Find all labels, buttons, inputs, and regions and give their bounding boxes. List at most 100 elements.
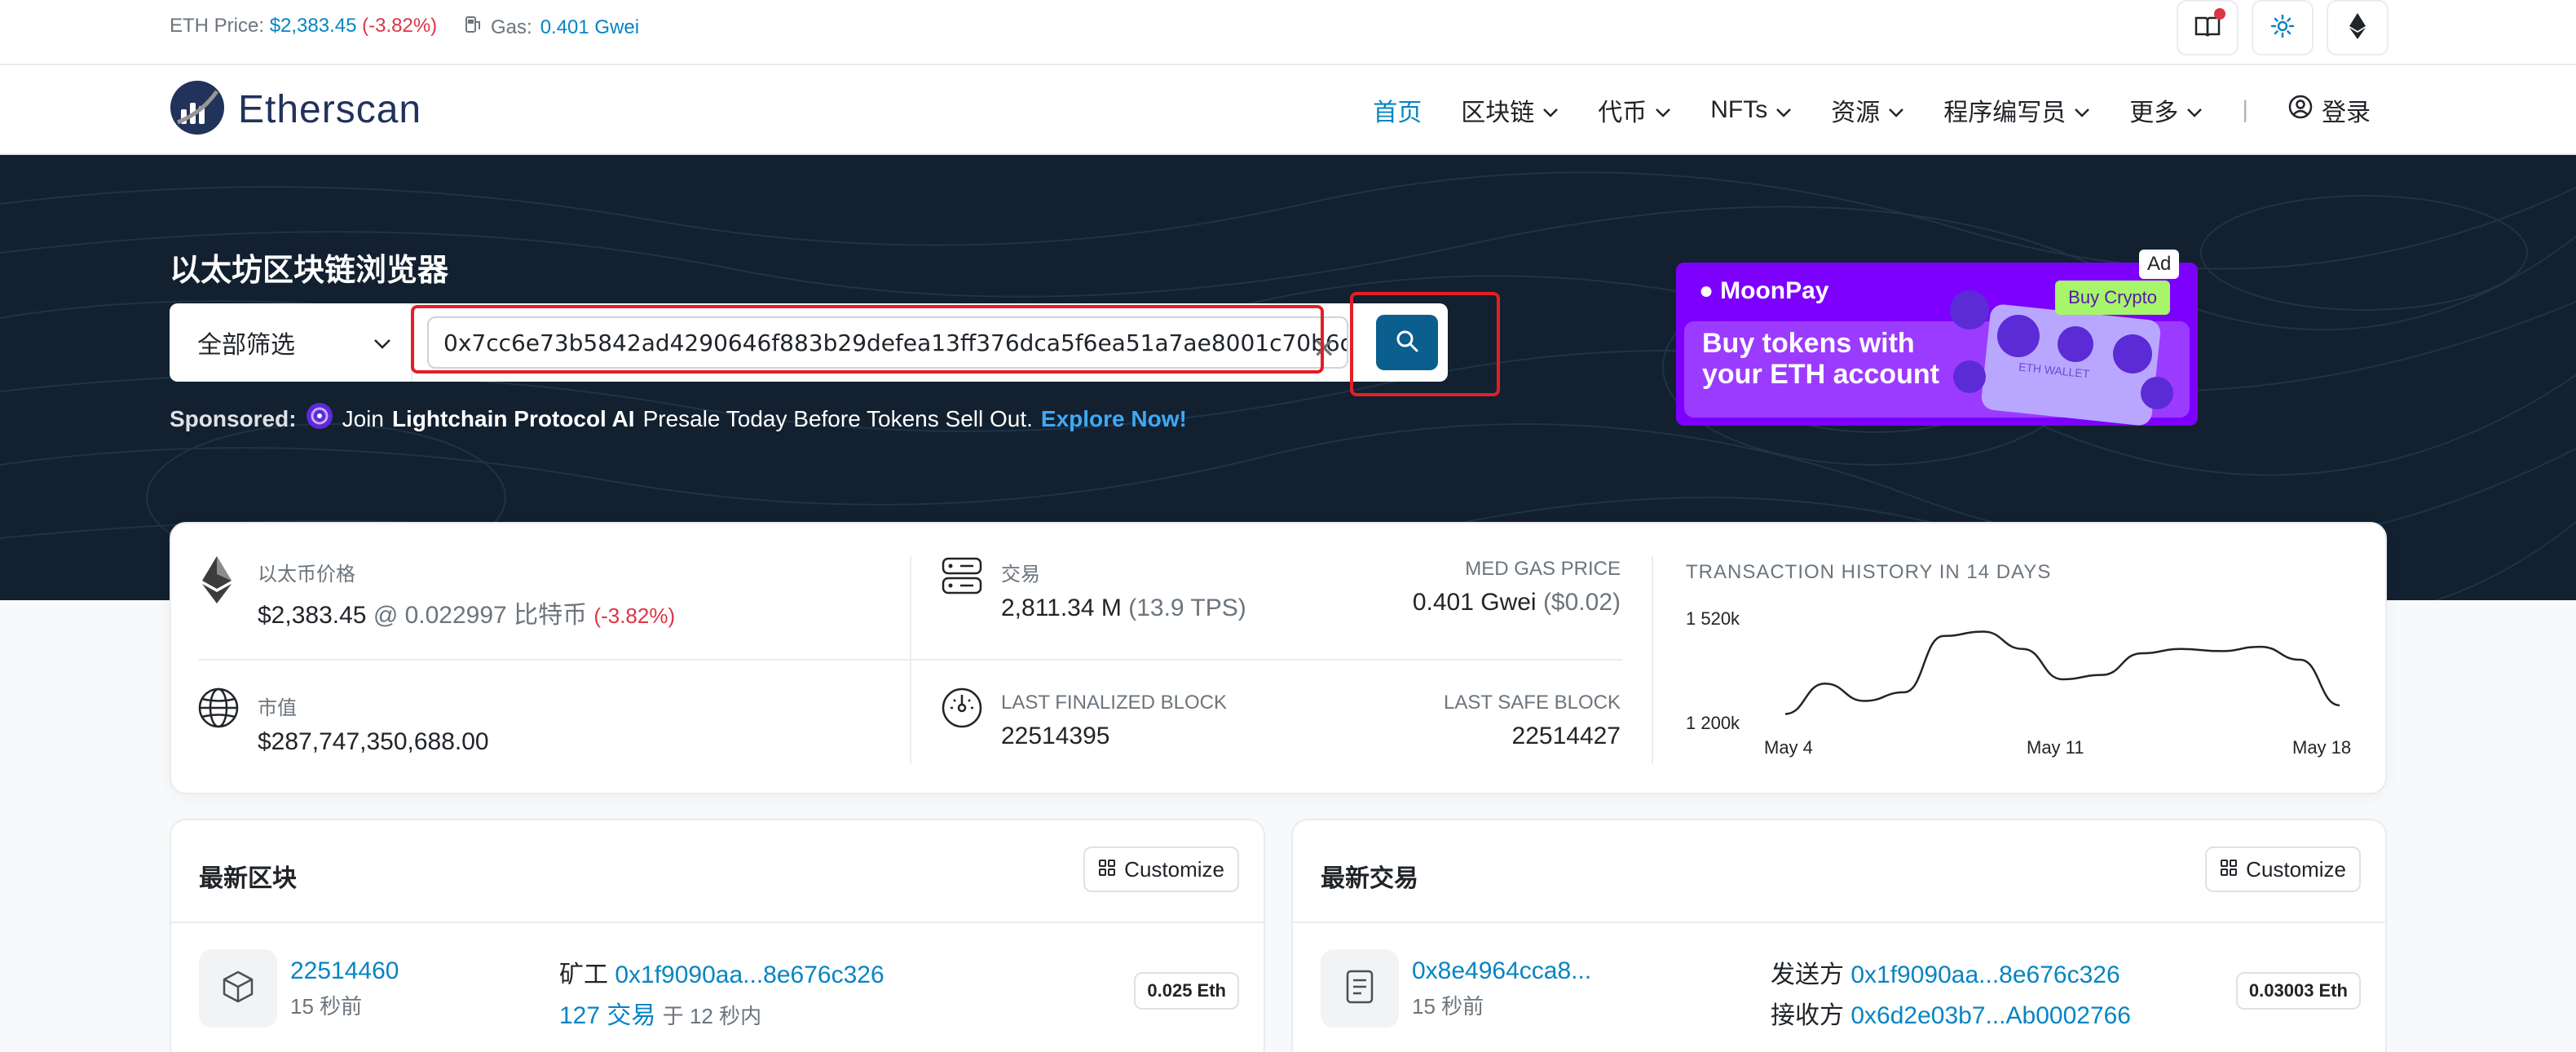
eth-price-value[interactable]: $2,383.45 <box>270 15 357 37</box>
eth-price-stat: 以太币价格 $2,383.45 @ 0.022997 比特币 (-3.82%) <box>258 558 675 630</box>
chart-point[interactable] <box>1977 625 1990 639</box>
chart-point[interactable] <box>1819 677 1832 690</box>
ad-cta-button[interactable]: Buy Crypto <box>2055 281 2170 315</box>
transactions-label: 交易 <box>1001 564 1040 586</box>
gas-price-stat: MED GAS PRICE 0.401 Gwei ($0.02) <box>1413 558 1621 617</box>
user-circle-icon <box>2287 94 2314 126</box>
chart-point[interactable] <box>2135 647 2148 660</box>
nav-home[interactable]: 首页 <box>1373 92 1422 128</box>
from-address-link[interactable]: 0x1f9090aa...8e676c326 <box>1850 961 2119 988</box>
chart-point[interactable] <box>1937 630 1950 643</box>
safe-block-value[interactable]: 22514427 <box>1444 723 1621 750</box>
to-label: 接收方 <box>1771 1002 1844 1029</box>
customize-button[interactable]: Customize <box>1083 846 1239 892</box>
nav-blockchain[interactable]: 区块链 <box>1461 92 1559 128</box>
eth-price-stat-label: 以太币价格 <box>258 564 355 586</box>
cube-icon <box>220 969 256 1009</box>
safe-block-stat: LAST SAFE BLOCK 22514427 <box>1444 692 1621 750</box>
gauge-icon <box>941 687 983 733</box>
theme-toggle-button[interactable] <box>2252 0 2314 55</box>
etherscan-logo[interactable]: Etherscan <box>170 80 421 139</box>
table-row: 22514460 15 秒前 <box>290 957 399 1020</box>
chevron-down-icon <box>373 329 391 356</box>
chart-point[interactable] <box>2333 699 2346 712</box>
chevron-down-icon <box>1775 96 1792 124</box>
moonpay-ad[interactable]: ● MoonPay Buy Crypto Buy tokens with your… <box>1676 263 2198 426</box>
sponsored-link[interactable]: Explore Now! <box>1041 406 1187 432</box>
main-nav: Etherscan 首页 区块链 代币 NFTs 资源 程序编写员 更多 | 登… <box>0 65 2576 155</box>
chart-point[interactable] <box>2254 640 2267 653</box>
chart-point[interactable] <box>1858 695 1871 708</box>
nav-resources[interactable]: 资源 <box>1831 92 1904 128</box>
lightchain-logo-icon <box>305 401 334 436</box>
chart-x-tick: May 18 <box>2292 737 2352 758</box>
miner-address-link[interactable]: 0x1f9090aa...8e676c326 <box>615 961 884 988</box>
brand-name: Etherscan <box>238 88 422 131</box>
block-txns-link[interactable]: 127 交易 <box>559 1002 655 1029</box>
chart-point[interactable] <box>1779 707 1792 720</box>
nav-login-label: 登录 <box>2322 99 2371 126</box>
chart-title: TRANSACTION HISTORY IN 14 DAYS <box>1686 561 2052 583</box>
eth-price-change: (-3.82%) <box>362 15 438 37</box>
highlight-box-search-input <box>411 305 1324 374</box>
nav-menu: 首页 区块链 代币 NFTs 资源 程序编写员 更多 | 登录 <box>1373 65 2371 155</box>
nav-nfts[interactable]: NFTs <box>1710 96 1792 124</box>
stats-card: 以太币价格 $2,383.45 @ 0.022997 比特币 (-3.82%) … <box>170 522 2387 794</box>
nav-tokens[interactable]: 代币 <box>1598 92 1671 128</box>
reading-mode-button[interactable] <box>2177 0 2239 55</box>
tx-details: 发送方 0x1f9090aa...8e676c326 接收方 0x6d2e03b… <box>1771 954 2131 1031</box>
market-cap-value: $287,747,350,688.00 <box>258 728 489 755</box>
miner-label: 矿工 <box>559 961 608 988</box>
customize-label: Customize <box>1124 856 1224 882</box>
chart-point[interactable] <box>1898 686 1911 699</box>
divider <box>199 659 1043 661</box>
gas-ticker: Gas: 0.401 Gwei <box>465 15 639 40</box>
eth-price-usd[interactable]: $2,383.45 <box>258 602 366 629</box>
finalized-block-value[interactable]: 22514395 <box>1001 723 1227 750</box>
hero-title: 以太坊区块链浏览器 <box>170 254 449 288</box>
gas-price-value[interactable]: 0.401 Gwei <box>1413 589 1537 616</box>
divider <box>1293 922 2385 923</box>
moonpay-brand: ● MoonPay <box>1699 277 1828 305</box>
to-address-link[interactable]: 0x6d2e03b7...Ab0002766 <box>1850 1002 2131 1029</box>
chart-y-tick-top: 1 520k <box>1686 608 1740 629</box>
finalized-block-label: LAST FINALIZED BLOCK <box>1001 692 1227 714</box>
nav-developers[interactable]: 程序编写员 <box>1943 92 2090 128</box>
notification-dot <box>2214 8 2225 20</box>
chart-x-tick: May 11 <box>2027 737 2084 758</box>
customize-button[interactable]: Customize <box>2205 846 2361 892</box>
network-switch-button[interactable] <box>2327 0 2389 55</box>
ad-badge: Ad <box>2139 250 2180 279</box>
transaction-history-chart[interactable] <box>1769 589 2356 752</box>
divider <box>941 659 1622 661</box>
gas-price-label: MED GAS PRICE <box>1465 558 1621 580</box>
chart-point[interactable] <box>2096 669 2109 682</box>
safe-block-label: LAST SAFE BLOCK <box>1444 692 1621 714</box>
chart-point[interactable] <box>2175 643 2188 656</box>
nav-login[interactable]: 登录 <box>2287 92 2371 128</box>
grid-icon <box>1098 857 1116 882</box>
search-filter-label: 全部筛选 <box>197 332 295 359</box>
eth-price-btc: @ 0.022997 比特币 <box>373 602 588 629</box>
gas-value[interactable]: 0.401 Gwei <box>540 16 639 39</box>
tx-hash-link[interactable]: 0x8e4964cca8... <box>1412 957 1591 985</box>
market-cap-stat: 市值 $287,747,350,688.00 <box>258 692 489 756</box>
sun-icon <box>2270 14 2295 42</box>
chart-point[interactable] <box>2293 653 2306 666</box>
block-reward-badge: 0.025 Eth <box>1134 972 1239 1010</box>
chevron-down-icon <box>2074 96 2090 124</box>
latest-transactions-title: 最新交易 <box>1321 865 1418 892</box>
gas-label: Gas: <box>491 15 532 38</box>
chart-point[interactable] <box>2214 644 2227 657</box>
eth-price-ticker: ETH Price: $2,383.45 (-3.82%) <box>170 15 437 38</box>
ad-headline-2: your ETH account <box>1702 359 1939 390</box>
chart-point[interactable] <box>2056 673 2069 686</box>
nav-more[interactable]: 更多 <box>2129 92 2203 128</box>
block-number-link[interactable]: 22514460 <box>290 957 399 985</box>
search-filter-select[interactable]: 全部筛选 <box>170 303 412 382</box>
transaction-icon-tile <box>1321 949 1399 1028</box>
nav-tokens-label: 代币 <box>1598 99 1647 126</box>
divider <box>1652 556 1653 763</box>
transactions-value[interactable]: 2,811.34 M <box>1001 595 1122 621</box>
chart-point[interactable] <box>2016 643 2029 656</box>
